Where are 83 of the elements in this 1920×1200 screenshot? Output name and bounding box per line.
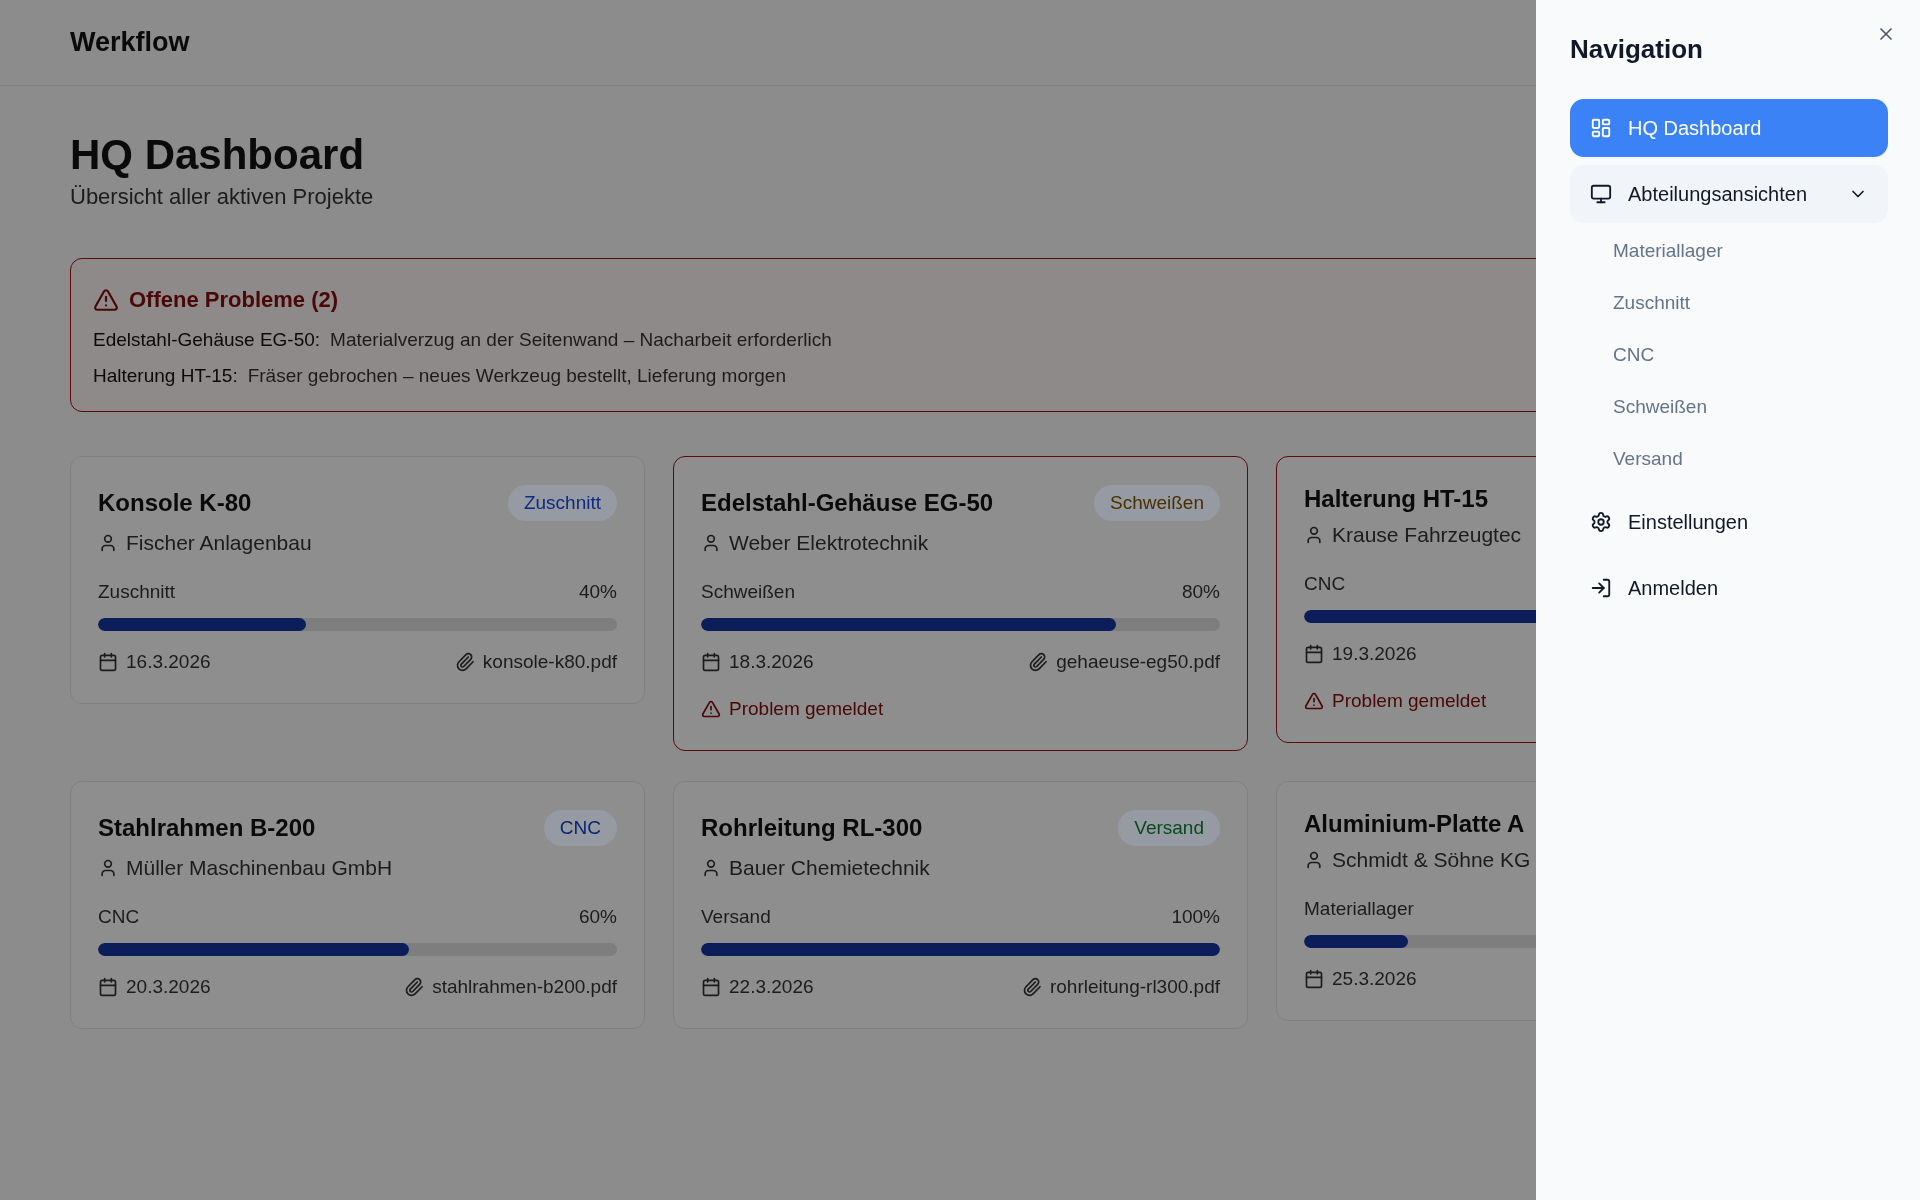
paperclip-icon bbox=[454, 652, 475, 673]
attachment-link[interactable]: konsole-k80.pdf bbox=[482, 651, 617, 674]
nav-item[interactable]: HQ Dashboard bbox=[1570, 99, 1888, 157]
due-date: 19.3.2026 bbox=[1332, 643, 1417, 666]
stage-label: Materiallager bbox=[1304, 898, 1414, 921]
dashboard-icon bbox=[1590, 117, 1612, 139]
nav-item[interactable]: Abteilungsansichten bbox=[1570, 165, 1888, 223]
problem-label: Problem gemeldet bbox=[729, 698, 884, 721]
project-card[interactable]: Edelstahl-Gehäuse EG-50 Schweißen Weber Elektrotechnik Schweißen 80% 18.3.2026 gehaeuse-eg50.pdf Problem gemeldet bbox=[673, 456, 1248, 752]
project-title: Stahlrahmen B-200 bbox=[98, 814, 316, 843]
client-name: Fischer Anlagenbau bbox=[126, 531, 312, 556]
paperclip-icon bbox=[1028, 652, 1049, 673]
client-name: Krause Fahrzeugtec bbox=[1332, 523, 1522, 548]
due-date: 20.3.2026 bbox=[126, 976, 211, 999]
page-title: HQ Dashboard bbox=[70, 130, 366, 180]
paperclip-icon bbox=[1021, 977, 1042, 998]
paperclip-icon bbox=[404, 977, 425, 998]
project-title: Edelstahl-Gehäuse EG-50 bbox=[701, 489, 994, 518]
app-brand: Werkflow bbox=[70, 27, 190, 58]
nav-subitem[interactable]: Materiallager bbox=[1570, 225, 1888, 277]
warning-icon bbox=[1304, 691, 1324, 712]
client-name: Müller Maschinenbau GmbH bbox=[126, 856, 393, 881]
project-card[interactable]: Aluminium-Platte A Schmidt & Söhne KG Materiallager 25.3.2026 bbox=[1276, 781, 1536, 1022]
user-icon bbox=[1304, 525, 1324, 546]
problem-label: Problem gemeldet bbox=[1332, 690, 1487, 713]
warning-icon bbox=[93, 287, 119, 314]
nav-item[interactable]: Anmelden bbox=[1570, 559, 1888, 617]
due-date: 16.3.2026 bbox=[126, 651, 211, 674]
stage-label: Versand bbox=[701, 906, 771, 929]
due-date: 18.3.2026 bbox=[729, 651, 814, 674]
project-card[interactable]: Stahlrahmen B-200 CNC Müller Maschinenbau GmbH CNC 60% 20.3.2026 stahlrahmen-b200.pdf bbox=[70, 781, 645, 1030]
project-card[interactable]: Halterung HT-15 Krause Fahrzeugtec CNC 19.3.2026 Problem gemeldet bbox=[1276, 456, 1536, 744]
project-title: Konsole K-80 bbox=[98, 489, 252, 518]
project-title: Rohrleitung RL-300 bbox=[701, 814, 923, 843]
project-card[interactable]: Konsole K-80 Zuschnitt Fischer Anlagenbau Zuschnitt 40% 16.3.2026 konsole-k80.pdf bbox=[70, 456, 645, 705]
monitor-icon bbox=[1590, 183, 1612, 205]
login-icon bbox=[1590, 577, 1612, 599]
user-icon bbox=[701, 533, 721, 554]
calendar-icon bbox=[98, 652, 118, 673]
problem-entry: Halterung HT-15: Fräser gebrochen – neues Werkzeug bestellt, Lieferung morgen bbox=[93, 365, 787, 388]
attachment-link[interactable]: rohrleitung-rl300.pdf bbox=[1049, 976, 1220, 999]
stage-label: Zuschnitt bbox=[98, 581, 176, 604]
stage-label: CNC bbox=[98, 906, 140, 929]
progress-percent: 40% bbox=[578, 581, 617, 604]
project-title: Halterung HT-15 bbox=[1304, 485, 1489, 514]
attachment-link[interactable]: stahlrahmen-b200.pdf bbox=[432, 976, 617, 999]
calendar-icon bbox=[701, 977, 721, 998]
nav-item[interactable]: Einstellungen bbox=[1570, 493, 1888, 551]
progress-percent: 100% bbox=[1171, 906, 1220, 929]
calendar-icon bbox=[1304, 644, 1324, 665]
progress-percent: 80% bbox=[1181, 581, 1220, 604]
problem-entry: Edelstahl-Gehäuse EG-50: Materialverzug an der Seitenwand – Nacharbeit erforderlich bbox=[93, 329, 833, 352]
stage-badge: CNC bbox=[543, 810, 617, 847]
calendar-icon bbox=[98, 977, 118, 998]
nav-subitem[interactable]: Versand bbox=[1570, 433, 1888, 485]
stage-badge: Versand bbox=[1118, 810, 1220, 847]
nav-subitem[interactable]: Zuschnitt bbox=[1570, 277, 1888, 329]
user-icon bbox=[98, 858, 118, 879]
problems-title: Offene Probleme (2) bbox=[129, 287, 339, 314]
project-title: Aluminium-Platte A bbox=[1304, 810, 1525, 839]
settings-icon bbox=[1590, 511, 1612, 533]
stage-badge: Schweißen bbox=[1094, 485, 1220, 522]
user-icon bbox=[1304, 850, 1324, 871]
calendar-icon bbox=[701, 652, 721, 673]
warning-icon bbox=[701, 699, 721, 720]
attachment-link[interactable]: gehaeuse-eg50.pdf bbox=[1056, 651, 1220, 674]
client-name: Schmidt & Söhne KG bbox=[1332, 848, 1531, 873]
page-subtitle: Übersicht aller aktiven Projekte bbox=[70, 184, 375, 211]
nav-subitem[interactable]: CNC bbox=[1570, 329, 1888, 381]
due-date: 25.3.2026 bbox=[1332, 968, 1417, 991]
nav-subitem[interactable]: Schweißen bbox=[1570, 381, 1888, 433]
user-icon bbox=[701, 858, 721, 879]
project-card[interactable]: Rohrleitung RL-300 Versand Bauer Chemietechnik Versand 100% 22.3.2026 rohrleitung-rl300.pdf bbox=[673, 781, 1248, 1030]
stage-label: Schweißen bbox=[701, 581, 795, 604]
drawer-title: Navigation bbox=[1570, 34, 1704, 65]
calendar-icon bbox=[1304, 969, 1324, 990]
stage-badge: Zuschnitt bbox=[507, 485, 617, 522]
client-name: Weber Elektrotechnik bbox=[729, 531, 929, 556]
due-date: 22.3.2026 bbox=[729, 976, 814, 999]
stage-label: CNC bbox=[1304, 573, 1346, 596]
progress-percent: 60% bbox=[578, 906, 617, 929]
user-icon bbox=[98, 533, 118, 554]
client-name: Bauer Chemietechnik bbox=[729, 856, 930, 881]
